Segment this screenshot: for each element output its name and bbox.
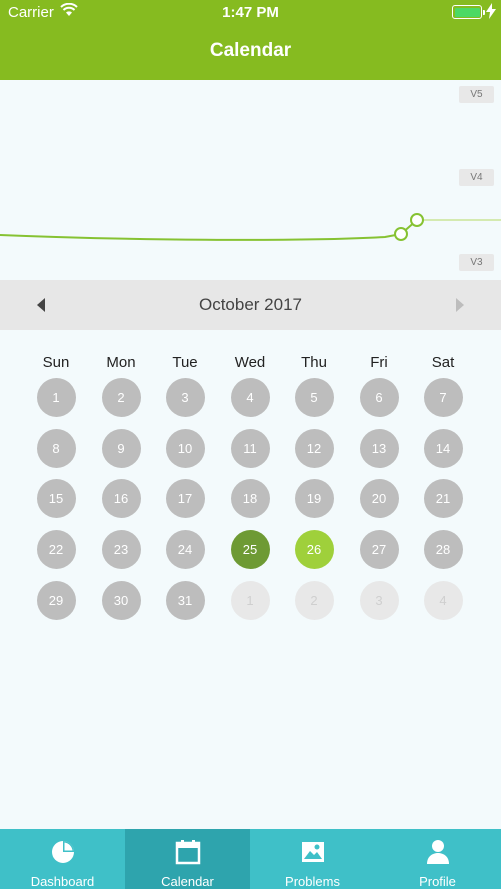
weekday-label: Tue: [172, 354, 198, 371]
tab-label: Calendar: [161, 874, 214, 889]
tab-profile[interactable]: Profile: [375, 829, 500, 889]
calendar-day[interactable]: 12: [294, 428, 334, 468]
calendar-day[interactable]: 24: [165, 529, 205, 569]
calendar-day[interactable]: 11: [230, 428, 270, 468]
calendar-day[interactable]: 25: [230, 529, 270, 569]
month-navigation: October 2017: [0, 280, 501, 330]
level-label-v5: V5: [459, 86, 494, 103]
page-title: Calendar: [209, 40, 292, 61]
tab-dashboard[interactable]: Dashboard: [0, 829, 125, 889]
calendar-day[interactable]: 30: [101, 580, 141, 620]
calendar-day[interactable]: 21: [423, 478, 463, 518]
clock: 1:47 PM: [222, 4, 279, 21]
tab-label: Dashboard: [30, 874, 95, 889]
calendar-icon: [175, 840, 201, 865]
calendar-day[interactable]: 6: [359, 377, 399, 417]
calendar-day[interactable]: 2: [101, 377, 141, 417]
image-icon: [302, 842, 324, 862]
calendar-day[interactable]: 16: [101, 478, 141, 518]
level-label-v4: V4: [459, 169, 494, 186]
calendar-day[interactable]: 14: [423, 428, 463, 468]
tab-label: Problems: [285, 874, 340, 889]
calendar-day[interactable]: 23: [101, 529, 141, 569]
progress-chart: V5 V4 V3: [0, 80, 501, 280]
calendar-day[interactable]: 18: [230, 478, 270, 518]
charging-bolt-icon: [486, 3, 496, 19]
calendar-day[interactable]: 19: [294, 478, 334, 518]
month-title: October 2017: [198, 295, 302, 314]
calendar-day[interactable]: 28: [423, 529, 463, 569]
calendar-day[interactable]: 8: [36, 428, 76, 468]
weekday-label: Thu: [301, 354, 327, 371]
weekday-label: Sun: [42, 354, 70, 371]
battery-icon: [452, 5, 485, 19]
level-label-v3: V3: [459, 254, 494, 271]
tab-label: Profile: [419, 874, 456, 889]
calendar-day[interactable]: 31: [165, 580, 205, 620]
calendar-day[interactable]: 3: [165, 377, 205, 417]
next-month-arrow-icon[interactable]: [453, 295, 467, 315]
person-icon: [427, 840, 449, 864]
tab-bar: Dashboard Calendar Problems Profile: [0, 829, 501, 889]
calendar-day[interactable]: 27: [359, 529, 399, 569]
calendar-day[interactable]: 22: [36, 529, 76, 569]
progress-line-chart: [0, 213, 501, 241]
calendar-day[interactable]: 9: [101, 428, 141, 468]
data-point: [410, 213, 424, 227]
weekday-label: Wed: [234, 354, 266, 371]
calendar-day[interactable]: 15: [36, 478, 76, 518]
calendar-day[interactable]: 5: [294, 377, 334, 417]
tab-problems[interactable]: Problems: [250, 829, 375, 889]
pie-chart-icon: [52, 841, 74, 863]
calendar-day[interactable]: 1: [36, 377, 76, 417]
progress-line: [0, 233, 402, 241]
data-point: [394, 227, 408, 241]
calendar-day-next-month[interactable]: 1: [230, 580, 270, 620]
weekday-label: Fri: [370, 354, 388, 371]
calendar-day-next-month[interactable]: 4: [423, 580, 463, 620]
weekday-label: Mon: [106, 354, 136, 371]
tab-calendar[interactable]: Calendar: [125, 829, 250, 889]
calendar-day[interactable]: 13: [359, 428, 399, 468]
calendar-day[interactable]: 26: [294, 529, 334, 569]
calendar-day[interactable]: 7: [423, 377, 463, 417]
calendar-day-next-month[interactable]: 3: [359, 580, 399, 620]
calendar-day[interactable]: 4: [230, 377, 270, 417]
weekday-label: Sat: [431, 354, 455, 371]
calendar-day[interactable]: 17: [165, 478, 205, 518]
calendar-day[interactable]: 10: [165, 428, 205, 468]
calendar-day[interactable]: 20: [359, 478, 399, 518]
calendar-day-next-month[interactable]: 2: [294, 580, 334, 620]
calendar-day[interactable]: 29: [36, 580, 76, 620]
app-header: Carrier 1:47 PM Calendar: [0, 0, 501, 80]
status-bar: Carrier 1:47 PM: [0, 0, 501, 26]
